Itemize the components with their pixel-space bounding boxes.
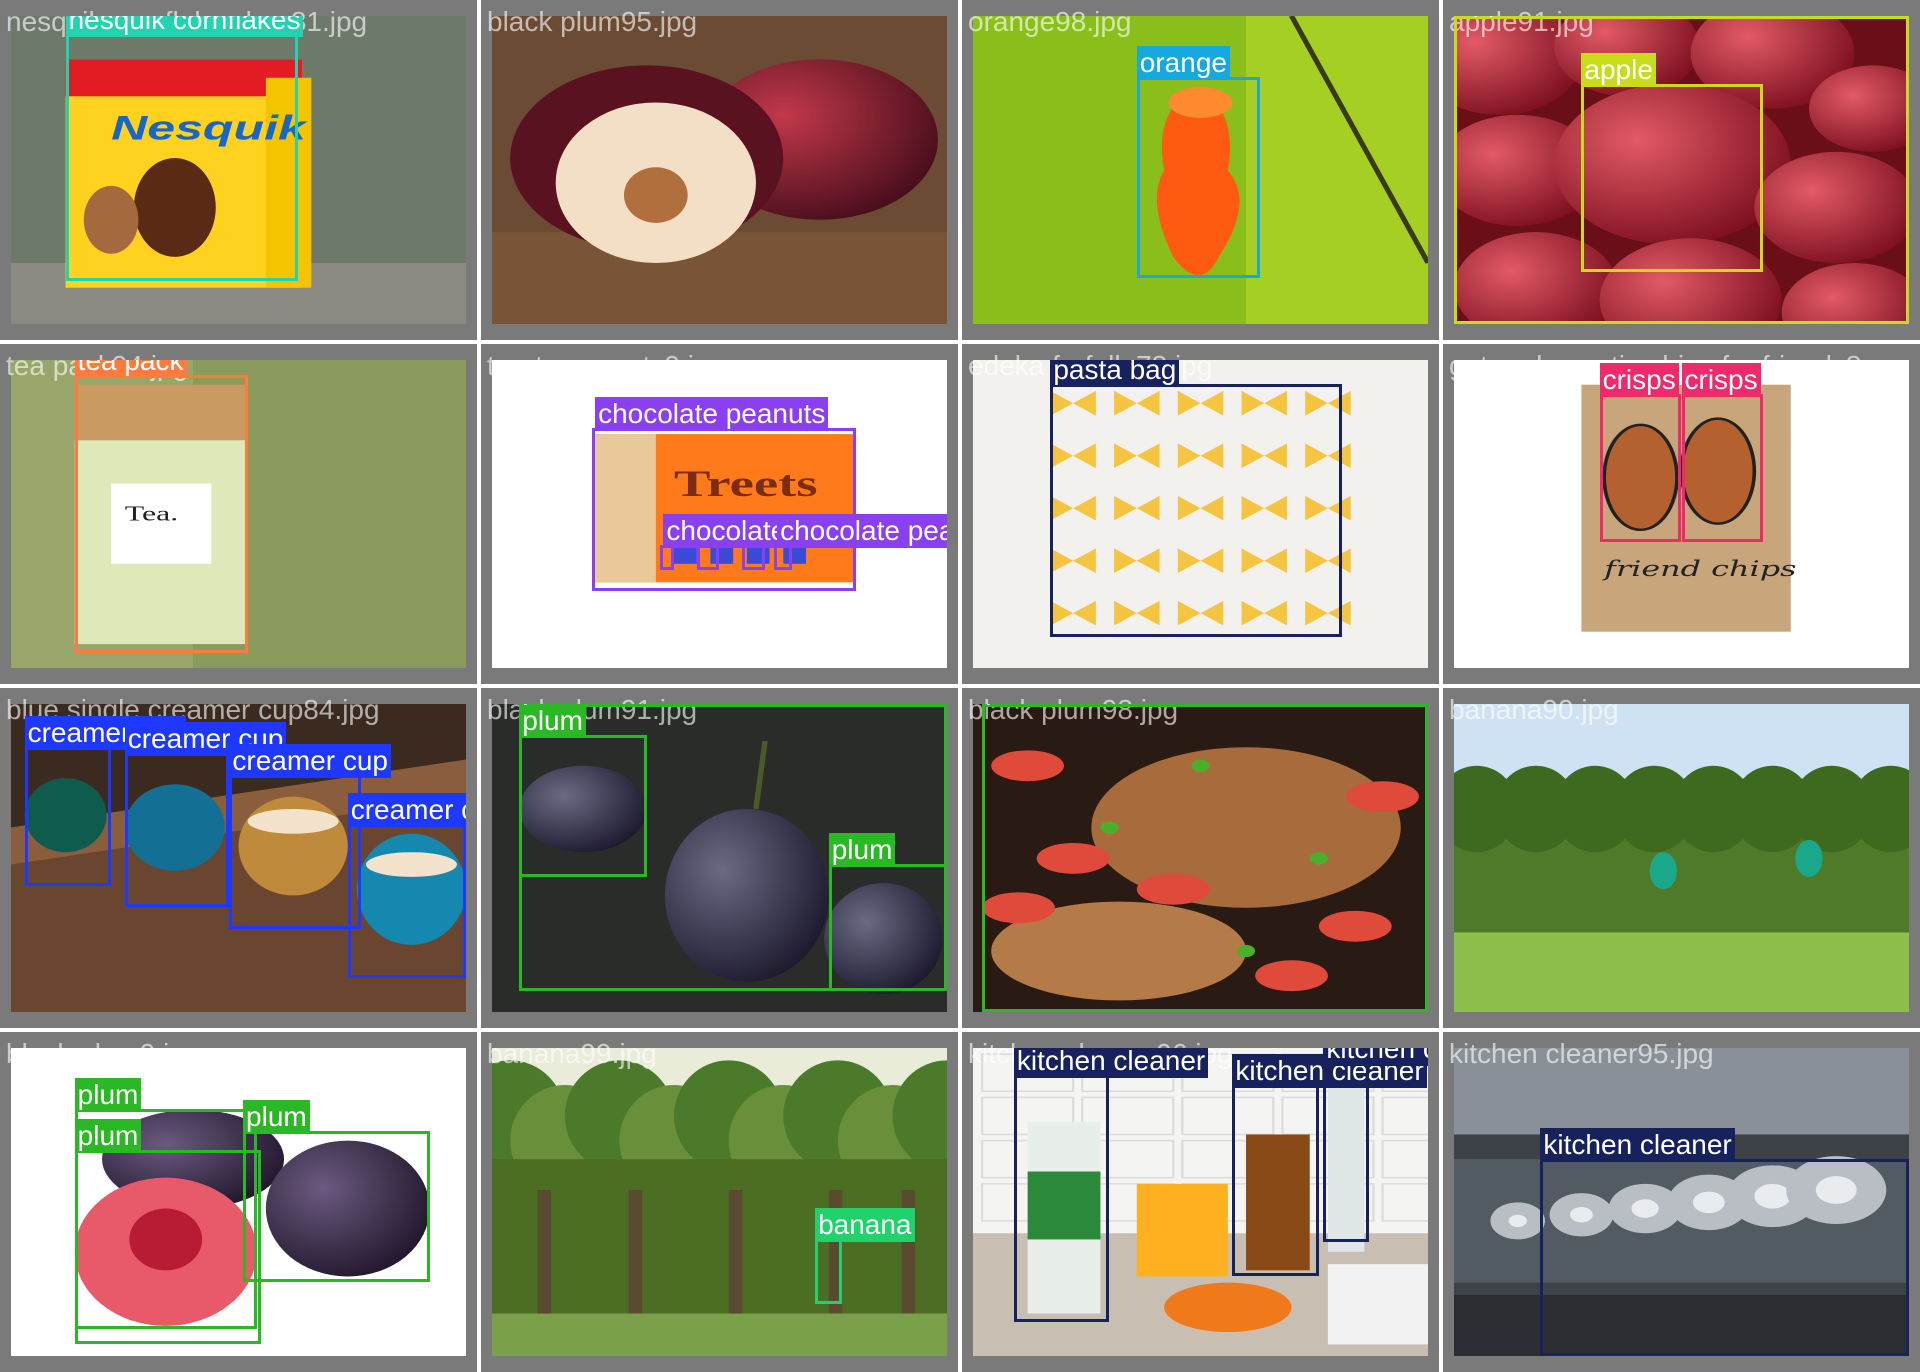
image-tile: banana90.jpg bbox=[1443, 688, 1920, 1028]
photo: pasta bag bbox=[972, 359, 1429, 669]
box-label: orange bbox=[1136, 46, 1230, 81]
photo: Tea. tea pack bbox=[10, 359, 467, 669]
photo: plumplumplum bbox=[491, 703, 948, 1013]
image-grid: Nesquik nesquik cornflakesnesquik cornfl… bbox=[0, 0, 1920, 1372]
image-tile: Nesquik nesquik cornflakesnesquik cornfl… bbox=[0, 0, 477, 340]
bounding-box: orange bbox=[1136, 46, 1260, 279]
bounding-box: plum bbox=[982, 703, 1429, 1013]
box-label: creamer cup bbox=[229, 743, 392, 778]
box-label: plum bbox=[243, 1099, 310, 1134]
image-tile: Treets chocolate peanutschocolate peanut… bbox=[481, 344, 958, 684]
photo: orange bbox=[972, 15, 1429, 325]
image-tile: plumplumplumblack plum91.jpg bbox=[481, 688, 958, 1028]
photo: kitchen cleanerkitchen cleanerkitchen cl… bbox=[972, 1047, 1429, 1357]
bounding-box: banana bbox=[815, 1208, 915, 1304]
photo: plum plum plum bbox=[10, 1047, 467, 1357]
image-tile: plum plum plum black plum9.jpg bbox=[0, 1032, 477, 1372]
bounding-box: kitchen cleaner bbox=[1323, 1047, 1429, 1243]
bounding-box: creamer cup bbox=[124, 722, 287, 908]
box-label: kitchen cleaner bbox=[1013, 1047, 1209, 1079]
bounding-box: plum bbox=[74, 1118, 262, 1344]
bounding-box: nesquik cornflakes bbox=[65, 15, 304, 282]
photo: plum bbox=[972, 703, 1429, 1013]
image-tile: Tea.tea packtea pack94.jpg bbox=[0, 344, 477, 684]
box-label: plum bbox=[982, 703, 1049, 707]
box-label: pasta bag bbox=[1050, 359, 1180, 388]
bounding-box: kitchen cleaner bbox=[1013, 1047, 1209, 1323]
box-label: apple bbox=[1453, 15, 1529, 19]
bounding-box: crisps bbox=[1681, 362, 1764, 542]
image-tile: plumblack plum98.jpg bbox=[962, 688, 1439, 1028]
box-label: chocolate peanuts bbox=[595, 396, 829, 431]
box-label: kitchen cleaner bbox=[1540, 1127, 1735, 1162]
bounding-box: kitchen cleaner bbox=[1232, 1053, 1427, 1277]
photo: kitchen cleaner bbox=[1453, 1047, 1910, 1357]
image-tile: appleappleapple91.jpg bbox=[1443, 0, 1920, 340]
photo bbox=[1453, 703, 1910, 1013]
image-tile: creamer cup creamer cup creamer cup creamer… bbox=[0, 688, 477, 1028]
photo: Nesquik nesquik cornflakes bbox=[10, 15, 467, 325]
bounding-box: chocolate peanuts bbox=[696, 544, 720, 570]
bounding-box: chocolate peanuts bbox=[774, 513, 948, 570]
image-tile: kitchen cleaner kitchen cleaner95.jpg bbox=[1443, 1032, 1920, 1372]
svg-text:friend chips: friend chips bbox=[1602, 557, 1797, 582]
photo: friend chips crisps crisps bbox=[1453, 359, 1910, 669]
box-label: plum bbox=[519, 703, 586, 707]
box-label: crisps bbox=[1681, 362, 1761, 397]
box-label: kitchen cleaner bbox=[1323, 1047, 1429, 1067]
photo: apple apple bbox=[1453, 15, 1910, 325]
bounding-box: chocolate peanuts bbox=[742, 513, 948, 570]
box-label: crisps bbox=[1599, 362, 1679, 397]
bounding-box: chocolate peanuts bbox=[592, 396, 856, 592]
bounding-box: tea pack bbox=[74, 359, 248, 653]
image-tile: pasta bagedeka farfalle78.jpg bbox=[962, 344, 1439, 684]
image-tile: kitchen cleanerkitchen cleanerkitchen cl… bbox=[962, 1032, 1439, 1372]
image-tile: banana banana99.jpg bbox=[481, 1032, 958, 1372]
box-label: plum bbox=[74, 1078, 142, 1113]
image-tile: orange orange98.jpg bbox=[962, 0, 1439, 340]
box-label: plum bbox=[74, 1118, 142, 1153]
box-label: banana bbox=[815, 1208, 915, 1243]
box-label: chocolate peanuts bbox=[777, 513, 948, 548]
bounding-box: kitchen cleaner bbox=[1540, 1127, 1910, 1357]
bounding-box: crisps bbox=[1599, 362, 1682, 542]
photo bbox=[491, 15, 948, 325]
box-label: creamer cup bbox=[347, 793, 467, 828]
photo: Treets chocolate peanutschocolate peanut… bbox=[491, 359, 948, 669]
image-tile: black plum95.jpg bbox=[481, 0, 958, 340]
bounding-box: creamer cup bbox=[229, 743, 392, 929]
photo: banana bbox=[491, 1047, 948, 1357]
box-label: apple bbox=[1581, 52, 1656, 87]
bounding-box: plum bbox=[243, 1099, 430, 1283]
bounding-box: creamer cup bbox=[347, 793, 467, 979]
bounding-box: pasta bag bbox=[1050, 359, 1342, 638]
box-label: nesquik cornflakes bbox=[65, 15, 304, 38]
image-tile: friend chips crisps crisps gut and gunstig … bbox=[1443, 344, 1920, 684]
bounding-box: creamer cup bbox=[24, 715, 187, 886]
photo-illustration bbox=[491, 1047, 948, 1357]
box-label: plum bbox=[828, 833, 896, 868]
bounding-box: plum bbox=[828, 833, 948, 991]
photo-illustration bbox=[1453, 703, 1910, 1013]
bounding-box: chocolate peanuts bbox=[660, 513, 897, 570]
photo: creamer cup creamer cup creamer cup creamer… bbox=[10, 703, 467, 1013]
box-label: tea pack bbox=[74, 359, 187, 379]
bounding-box: apple bbox=[1581, 52, 1764, 272]
photo-illustration bbox=[491, 15, 948, 325]
